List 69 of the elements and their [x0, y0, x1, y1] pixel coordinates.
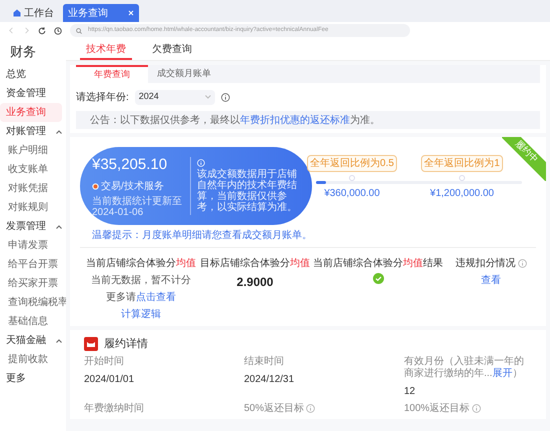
sidebar-item[interactable]: 对账凭据 [0, 179, 62, 198]
notice-text: 公告：以下数据仅供参考，最终以年费折扣优惠的返还标准为准。 [90, 114, 380, 128]
link[interactable]: 展开 [492, 368, 512, 378]
app-title: 财务 [9, 43, 37, 61]
update-note: 当前数据统计更新至 2024-01-06 [92, 196, 183, 218]
view-link[interactable]: 查看 [481, 273, 501, 288]
link[interactable]: 点击查看 [136, 292, 176, 303]
tip-text: 温馨提示：月度账单明细请您查看成交额月账单。 [92, 228, 313, 243]
data-note: 该成交额数据用于店铺自然年内的技术年费结算，当前数据仅供参考，以实际结算为准。 [197, 169, 297, 213]
metric-title: 目标店铺综合体验分均值 [200, 256, 310, 271]
service-label: 交易/技术服务 [101, 180, 164, 194]
search-icon [76, 28, 82, 34]
sub-tab[interactable]: 年费查询 [76, 65, 148, 83]
sidebar-item[interactable]: 资金管理 [0, 84, 62, 103]
metric-title: 违规扣分情况 [456, 256, 516, 271]
sidebar-item[interactable]: 申请发票 [0, 236, 62, 255]
field-label: 有效月份（入驻未满一年的商家进行缴纳的年...展开） [404, 356, 525, 380]
browser-tab[interactable]: 业务查询 [63, 4, 139, 22]
note-text: 当前无数据，暂不计分 [91, 274, 191, 288]
milestone-amount: ¥360,000.00 [324, 187, 380, 201]
close-icon[interactable] [128, 10, 134, 16]
status-ribbon: 履约中 [502, 137, 546, 181]
sidebar-item[interactable]: 更多 [0, 369, 62, 388]
shop-logo-icon [84, 337, 98, 352]
sidebar-item[interactable]: 给买家开票 [0, 274, 62, 293]
sidebar-item[interactable]: 对账规则 [0, 198, 62, 217]
home-icon [13, 9, 21, 17]
sub-tab[interactable]: 成交额月账单 [148, 65, 220, 83]
field-label: 开始时间 [84, 356, 124, 368]
metric-value: 2.9000 [236, 274, 274, 291]
field-label: 50%返还目标 [244, 402, 304, 414]
back-icon[interactable] [8, 27, 15, 34]
field-label: 结束时间 [244, 356, 284, 368]
tab[interactable]: 欠费查询 [146, 40, 198, 60]
section-title: 履约详情 [104, 337, 148, 352]
sidebar-item[interactable]: 收支账单 [0, 160, 62, 179]
sidebar-item[interactable]: 发票管理 [0, 217, 62, 236]
metric-title: 当前店铺综合体验分均值结果 [313, 256, 443, 271]
year-select[interactable]: 2024 [134, 90, 215, 104]
sidebar-item[interactable]: 提前收款 [0, 350, 62, 369]
sidebar-item[interactable]: 账户明细 [0, 141, 62, 160]
info-icon[interactable] [220, 92, 230, 102]
year-label: 请选择年份: [76, 90, 129, 104]
sidebar-item[interactable]: 给平台开票 [0, 255, 62, 274]
field-value: 2024/01/01 [84, 372, 136, 386]
amount-value: ¥35,205.10 [92, 155, 168, 176]
browser-tab[interactable]: 工作台 [8, 4, 59, 22]
note-text: 更多请点击查看 [106, 290, 176, 305]
field-value: 12 [404, 384, 416, 398]
clock-icon[interactable] [54, 26, 62, 34]
sidebar-item[interactable]: 对账管理 [0, 122, 62, 141]
sidebar-item[interactable]: 总览 [0, 65, 62, 84]
sidebar-item[interactable]: 天猫金融 [0, 331, 62, 350]
metric-title: 当前店铺综合体验分均值 [86, 256, 196, 271]
coin-icon [92, 182, 99, 190]
reload-icon[interactable] [38, 26, 46, 34]
field-value: 2024/12/31 [244, 372, 296, 386]
field-label: 年费缴纳时间 [84, 402, 144, 414]
info-icon [197, 159, 205, 167]
milestone-tag: 全年返回比例为0.5 [307, 155, 397, 172]
chevron-icon [204, 95, 211, 99]
sidebar-item[interactable]: 业务查询 [0, 103, 62, 122]
milestone-amount: ¥1,200,000.00 [430, 187, 494, 201]
tab[interactable]: 技术年费 [80, 40, 132, 60]
sidebar-item[interactable]: 基础信息 [0, 312, 62, 331]
link[interactable]: 计算逻辑 [121, 307, 161, 322]
milestone-tag: 全年返回比例为1 [421, 155, 503, 172]
field-label: 100%返还目标 [404, 402, 470, 414]
forward-icon[interactable] [23, 27, 30, 34]
